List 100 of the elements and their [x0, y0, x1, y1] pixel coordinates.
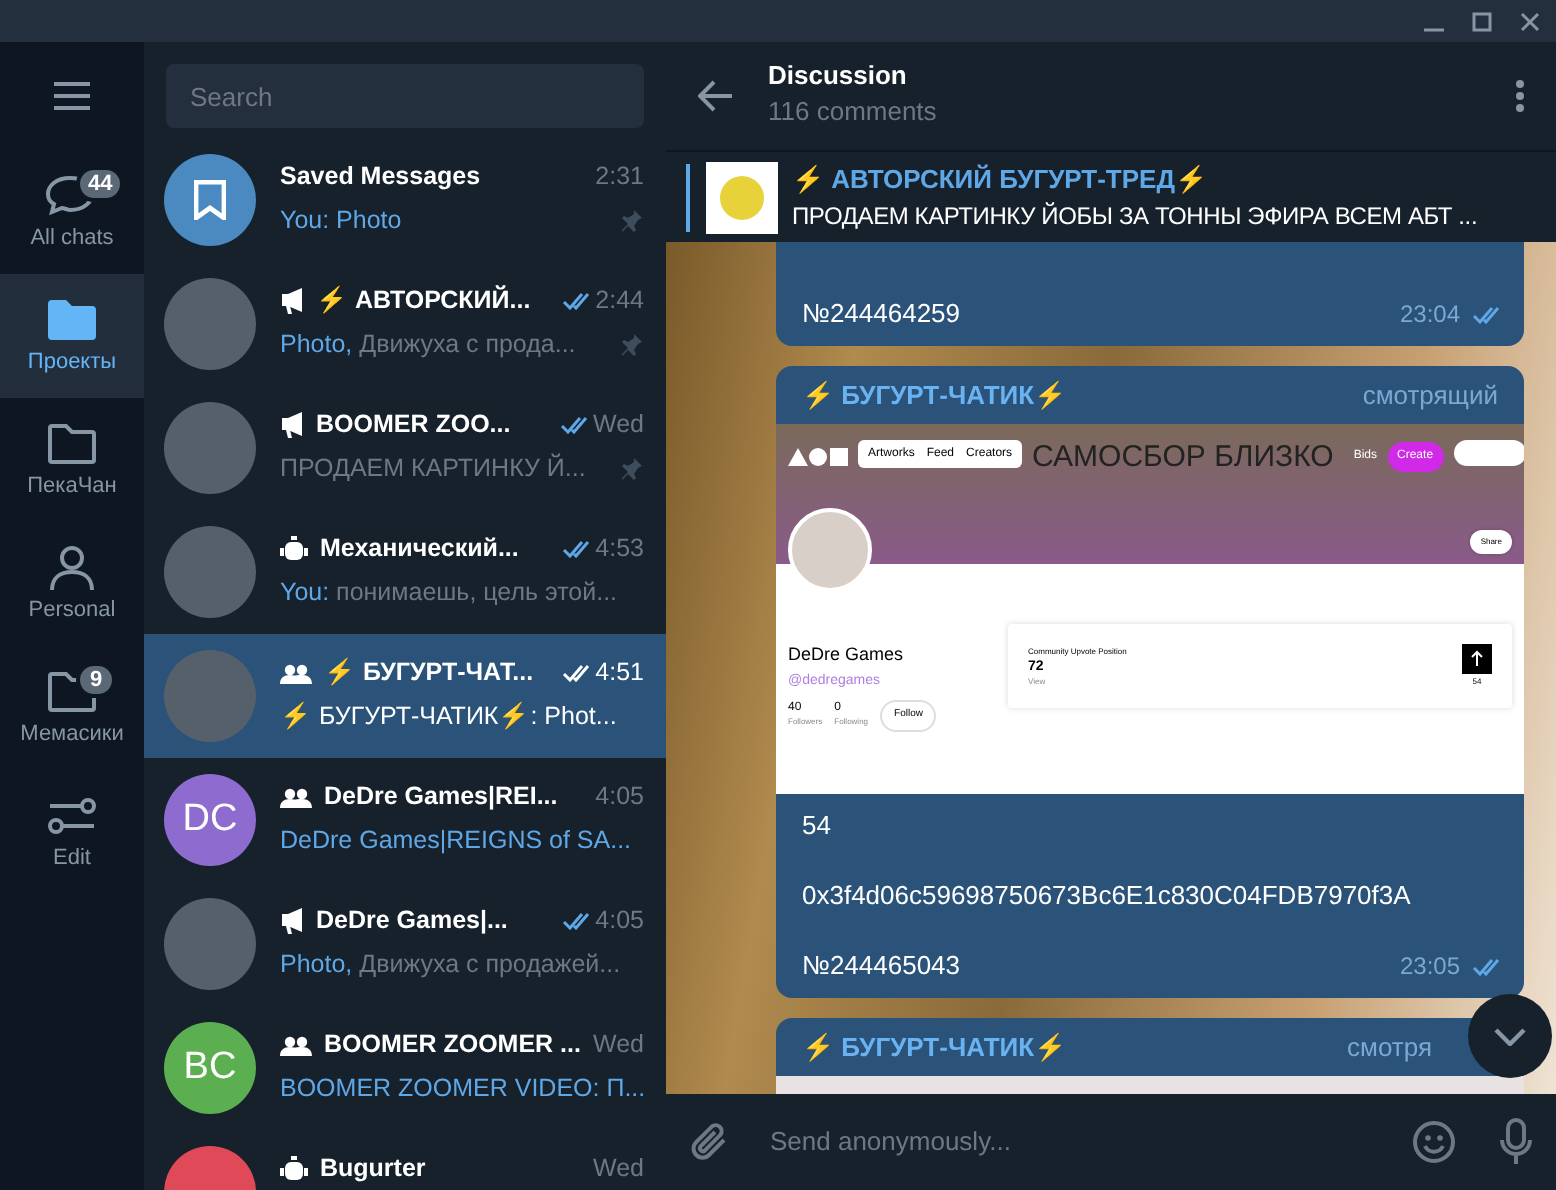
emoji-icon[interactable]	[1412, 1120, 1456, 1164]
sliders-icon	[44, 792, 100, 840]
folder-label: Проекты	[27, 350, 117, 376]
message-time: 23:05	[1399, 950, 1460, 984]
pinned-title: ⚡ АВТОРСКИЙ БУГУРТ-ТРЕД⚡	[792, 161, 1207, 197]
avatar-photo-placeholder	[164, 650, 256, 742]
folder-tab[interactable]: ПекаЧан	[0, 398, 144, 522]
chat-time: Wed	[593, 1028, 644, 1060]
pinned-text: ПРОДАЕМ КАРТИНКУ ЙОБЫ ЗА ТОННЫ ЭФИРА ВСЕМ АБТ ...	[792, 199, 1478, 233]
folder-label: All chats	[30, 226, 114, 252]
message-preview: ⚡ БУГУРТ-ЧАТИК⚡: Phot...	[280, 700, 617, 732]
megaphone-icon	[280, 286, 304, 314]
message-preview: You: Photo	[280, 204, 402, 236]
folder-icon	[44, 668, 100, 716]
message-text: 0x3f4d06c59698750673Bc6E1c830C04FDB7970f3A	[802, 878, 1411, 912]
chat-time: 4:05	[595, 904, 644, 936]
thumbnail-photo-placeholder	[706, 161, 778, 233]
scroll-down-button[interactable]	[1468, 994, 1552, 1078]
bookmark-icon	[194, 180, 226, 220]
folder-tab[interactable]: Мемасики 9	[0, 646, 144, 770]
folder-label: ПекаЧан	[27, 474, 117, 500]
avatar-photo-placeholder	[164, 278, 256, 370]
more-icon[interactable]	[1516, 80, 1524, 112]
chat-name: DeDre Games|REI...	[324, 780, 558, 812]
attach-icon[interactable]	[690, 1120, 730, 1164]
chat-list-item[interactable]: DeDre Games|... 4:05 Photo, Движуха с продажей...	[144, 882, 666, 1006]
chat-name: ⚡ БУГУРТ-ЧАТ...	[324, 656, 534, 688]
avatar: DC	[164, 774, 256, 866]
chat-time: Wed	[593, 408, 644, 440]
chevron-down-icon	[1494, 1027, 1526, 1045]
chat-list-item[interactable]: ⚡ АВТОРСКИЙ... 2:44 Photo, Движуха с прода...	[144, 262, 666, 386]
sender-name: ⚡ БУГУРТ-ЧАТИК⚡	[802, 377, 1067, 414]
chat-time: 4:51	[595, 656, 644, 688]
message-preview: ПРОДАЕМ КАРТИНКУ Й...	[280, 452, 586, 484]
chat-name: ⚡ АВТОРСКИЙ...	[316, 284, 531, 316]
folder-icon	[44, 420, 100, 468]
person-icon	[44, 544, 100, 592]
chat-list-item[interactable]: Механический... 4:53 You: понимаешь, цель этой...	[144, 510, 666, 634]
folder-label: Edit	[53, 846, 91, 872]
message-preview: DeDre Games|REIGNS of SA...	[280, 824, 632, 856]
people-icon	[280, 661, 312, 683]
folder-label: Personal	[28, 598, 116, 624]
microphone-icon[interactable]	[1500, 1118, 1532, 1166]
avatar-photo-placeholder	[164, 898, 256, 990]
folder-tab[interactable]: Проекты	[0, 274, 144, 398]
chat-list-item[interactable]: Bugurter Wed	[144, 1130, 666, 1190]
upvote-icon[interactable]	[1462, 644, 1492, 674]
wallet-pill	[1453, 440, 1524, 466]
folder-label: Мемасики	[20, 722, 124, 748]
chat-name: Saved Messages	[280, 160, 481, 192]
megaphone-icon	[280, 410, 304, 438]
folder-tab[interactable]: All chats 44	[0, 150, 144, 274]
banner-text: САМОСБОР БЛИЗКО	[1032, 440, 1334, 476]
chat-name: Механический...	[320, 532, 519, 564]
chat-list-item[interactable]: Saved Messages 2:31 You: Photo	[144, 138, 666, 262]
unread-badge: 44	[76, 166, 125, 202]
menu-icon[interactable]	[52, 82, 92, 110]
people-icon	[280, 785, 312, 807]
close-icon[interactable]	[1520, 11, 1540, 31]
back-icon[interactable]	[698, 80, 734, 112]
chat-time: 2:44	[595, 284, 644, 316]
folder-tab[interactable]: Edit	[0, 770, 144, 894]
chat-list-item[interactable]: BOOMER ZOO... Wed ПРОДАЕМ КАРТИНКУ Й...	[144, 386, 666, 510]
chat-list-item[interactable]: BC BOOMER ZOOMER ... Wed BOOMER ZOOMER VIDEO: П...	[144, 1006, 666, 1130]
profile-name: DeDre Games	[788, 644, 904, 666]
search-field[interactable]: Search	[166, 64, 644, 128]
chat-name: Bugurter	[320, 1152, 426, 1184]
sender-role: смотря	[1347, 1029, 1432, 1066]
robot-icon	[280, 535, 308, 561]
maximize-icon[interactable]	[1472, 11, 1492, 31]
folder-tab[interactable]: Personal	[0, 522, 144, 646]
avatar: BC	[164, 1022, 256, 1114]
chat-time: Wed	[593, 1152, 644, 1184]
message-text: 54	[802, 808, 831, 842]
people-icon	[280, 1033, 312, 1055]
chat-title: Discussion	[768, 60, 909, 92]
message-time: 23:04	[1399, 298, 1460, 332]
chat-name: BOOMER ZOOMER ...	[324, 1028, 581, 1060]
sender-name: ⚡ БУГУРТ-ЧАТИК⚡	[802, 1029, 1067, 1066]
megaphone-icon	[280, 906, 304, 934]
chat-time: 4:05	[595, 780, 644, 812]
message-preview: BOOMER ZOOMER VIDEO: П...	[280, 1072, 646, 1104]
logo-shapes-icon	[788, 446, 848, 468]
chat-name: DeDre Games|...	[316, 904, 508, 936]
chat-name: BOOMER ZOO...	[316, 408, 511, 440]
robot-icon	[280, 1155, 308, 1181]
folder-icon	[44, 296, 100, 344]
avatar-photo-placeholder	[164, 526, 256, 618]
message-preview: Photo, Движуха с продажей...	[280, 948, 621, 980]
message-text: №244464259	[802, 296, 961, 330]
message-input[interactable]: Send anonymously...	[770, 1122, 1412, 1162]
avatar-photo-placeholder	[164, 402, 256, 494]
sender-role: смотрящий	[1362, 377, 1498, 414]
chat-list-item[interactable]: ⚡ БУГУРТ-ЧАТ... 4:51 ⚡ БУГУРТ-ЧАТИК⚡: Phot...	[144, 634, 666, 758]
message-preview: You: понимаешь, цель этой...	[280, 576, 618, 608]
message-text: №244465043	[802, 948, 961, 982]
chat-time: 2:31	[595, 160, 644, 192]
chat-time: 4:53	[595, 532, 644, 564]
unread-badge: 9	[76, 662, 116, 698]
chat-list-item[interactable]: DC DeDre Games|REI... 4:05 DeDre Games|REIGNS of SA...	[144, 758, 666, 882]
